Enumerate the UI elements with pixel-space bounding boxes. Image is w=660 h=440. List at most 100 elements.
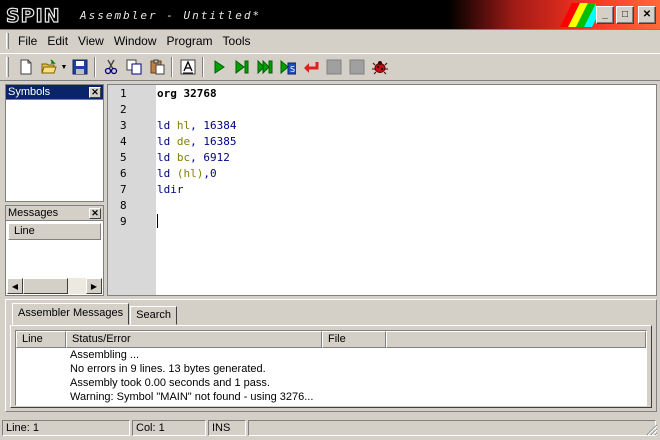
open-file-button[interactable]: [37, 56, 60, 78]
code-mnemonic: ld: [157, 119, 171, 132]
line-number: 7: [120, 183, 127, 196]
tab-assembler-messages[interactable]: Assembler Messages: [12, 303, 130, 325]
line-number: 9: [120, 215, 127, 228]
menu-window[interactable]: Window: [109, 32, 162, 50]
code-register: hl: [170, 119, 191, 132]
code-line: ld (hl),0: [157, 167, 217, 180]
symbols-panel-header: Symbols ✕: [6, 85, 103, 100]
resize-grip-icon[interactable]: [646, 424, 658, 436]
svg-text:S: S: [290, 65, 295, 74]
code-register: (hl): [170, 167, 204, 180]
code-line: ld bc, 6912: [157, 151, 230, 164]
step-over-button[interactable]: [253, 56, 276, 78]
stop-button[interactable]: [322, 56, 345, 78]
close-icon: ✕: [91, 86, 99, 97]
symbols-panel-close-button[interactable]: ✕: [89, 86, 101, 98]
code-line: org 32768: [157, 87, 217, 100]
save-button[interactable]: [68, 56, 91, 78]
menu-view[interactable]: View: [73, 32, 109, 50]
code-directive: org: [157, 87, 177, 100]
run-button[interactable]: [207, 56, 230, 78]
messages-panel-close-button[interactable]: ✕: [89, 207, 101, 219]
pause-button[interactable]: [345, 56, 368, 78]
toolbar-separator: [171, 57, 173, 77]
toolbar: ▼ S: [0, 53, 660, 81]
run-icon: [214, 60, 225, 74]
step-button[interactable]: [230, 56, 253, 78]
code-mnemonic: ld: [157, 167, 171, 180]
messages-horizontal-scrollbar[interactable]: ◀ ▶: [7, 278, 102, 294]
list-item[interactable]: Assembly took 0.00 seconds and 1 pass.: [16, 376, 646, 390]
line-number-gutter: [108, 85, 156, 295]
minimize-button[interactable]: _: [596, 6, 614, 24]
assembler-messages-list[interactable]: Line Status/Error File Assembling ... No…: [15, 330, 647, 406]
symbols-panel: Symbols ✕: [5, 84, 104, 202]
open-recent-dropdown[interactable]: ▼: [60, 56, 68, 78]
copy-button[interactable]: [122, 56, 145, 78]
scroll-left-button[interactable]: ◀: [7, 278, 23, 294]
column-file[interactable]: File: [322, 331, 386, 348]
messages-panel-title: Messages: [8, 207, 59, 219]
menu-file[interactable]: File: [13, 32, 42, 50]
scroll-right-button[interactable]: ▶: [86, 278, 102, 294]
text-style-button[interactable]: [176, 56, 199, 78]
step-out-button[interactable]: S: [276, 56, 299, 78]
line-number: 8: [120, 199, 127, 212]
line-number: 3: [120, 119, 127, 132]
title-bar: SPIN Assembler - Untitled* _ □ ✕: [0, 0, 660, 30]
save-icon: [72, 59, 87, 75]
status-insert-mode: INS: [208, 420, 246, 436]
column-status-error[interactable]: Status/Error: [66, 331, 322, 348]
close-icon: ✕: [642, 9, 652, 20]
text-style-icon: [180, 59, 195, 75]
code-operands: , 6912: [190, 151, 230, 164]
paste-icon: [150, 59, 164, 75]
new-file-button[interactable]: [14, 56, 37, 78]
maximize-button[interactable]: □: [616, 6, 634, 24]
scroll-thumb[interactable]: [23, 278, 68, 294]
list-item[interactable]: No errors in 9 lines. 13 bytes generated…: [16, 362, 646, 376]
list-header: Line Status/Error File: [16, 331, 646, 348]
messages-panel-header: Messages ✕: [6, 206, 103, 221]
step-over-icon: [257, 59, 272, 75]
code-editor[interactable]: 1 2 3 4 5 6 7 8 9 org 32768 ld hl, 16384…: [107, 84, 657, 296]
code-mnemonic: ldir: [157, 183, 184, 196]
menu-tools[interactable]: Tools: [218, 32, 256, 50]
code-mnemonic: ld: [157, 151, 171, 164]
arrow-left-icon: ◀: [11, 281, 19, 291]
return-button[interactable]: [299, 56, 322, 78]
debug-button[interactable]: [368, 56, 391, 78]
code-register: de: [170, 135, 191, 148]
line-number: 2: [120, 103, 127, 116]
status-column: Col: 1: [132, 420, 206, 436]
cut-button[interactable]: [99, 56, 122, 78]
code-operands: 32768: [176, 87, 217, 100]
menu-grip[interactable]: [6, 33, 9, 49]
list-item[interactable]: Assembling ...: [16, 348, 646, 362]
new-file-icon: [20, 59, 31, 75]
messages-column-line[interactable]: Line: [8, 223, 101, 240]
cut-icon: [104, 59, 117, 75]
menu-edit[interactable]: Edit: [42, 32, 73, 50]
spectrum-stripes-icon: [560, 3, 596, 27]
paste-button[interactable]: [145, 56, 168, 78]
menu-program[interactable]: Program: [162, 32, 218, 50]
close-icon: ✕: [91, 207, 99, 218]
open-file-icon: [40, 59, 57, 74]
column-line[interactable]: Line: [16, 331, 66, 348]
step-icon: [235, 60, 248, 74]
window-title: Assembler - Untitled*: [80, 9, 262, 22]
menu-bar: File Edit View Window Program Tools: [0, 30, 660, 52]
tab-search[interactable]: Search: [130, 306, 178, 325]
toolbar-grip[interactable]: [6, 57, 9, 77]
copy-icon: [126, 59, 141, 75]
code-line: ld hl, 16384: [157, 119, 236, 132]
status-bar: Line: 1 Col: 1 INS: [0, 418, 660, 438]
close-button[interactable]: ✕: [638, 6, 656, 24]
list-item[interactable]: Warning: Symbol "MAIN" not found - using…: [16, 390, 646, 404]
code-line: ld de, 16385: [157, 135, 236, 148]
symbols-panel-title: Symbols: [8, 86, 51, 98]
dropdown-arrow-icon: ▼: [60, 63, 68, 71]
text-caret: [157, 214, 158, 228]
spin-logo: SPIN: [5, 6, 60, 24]
